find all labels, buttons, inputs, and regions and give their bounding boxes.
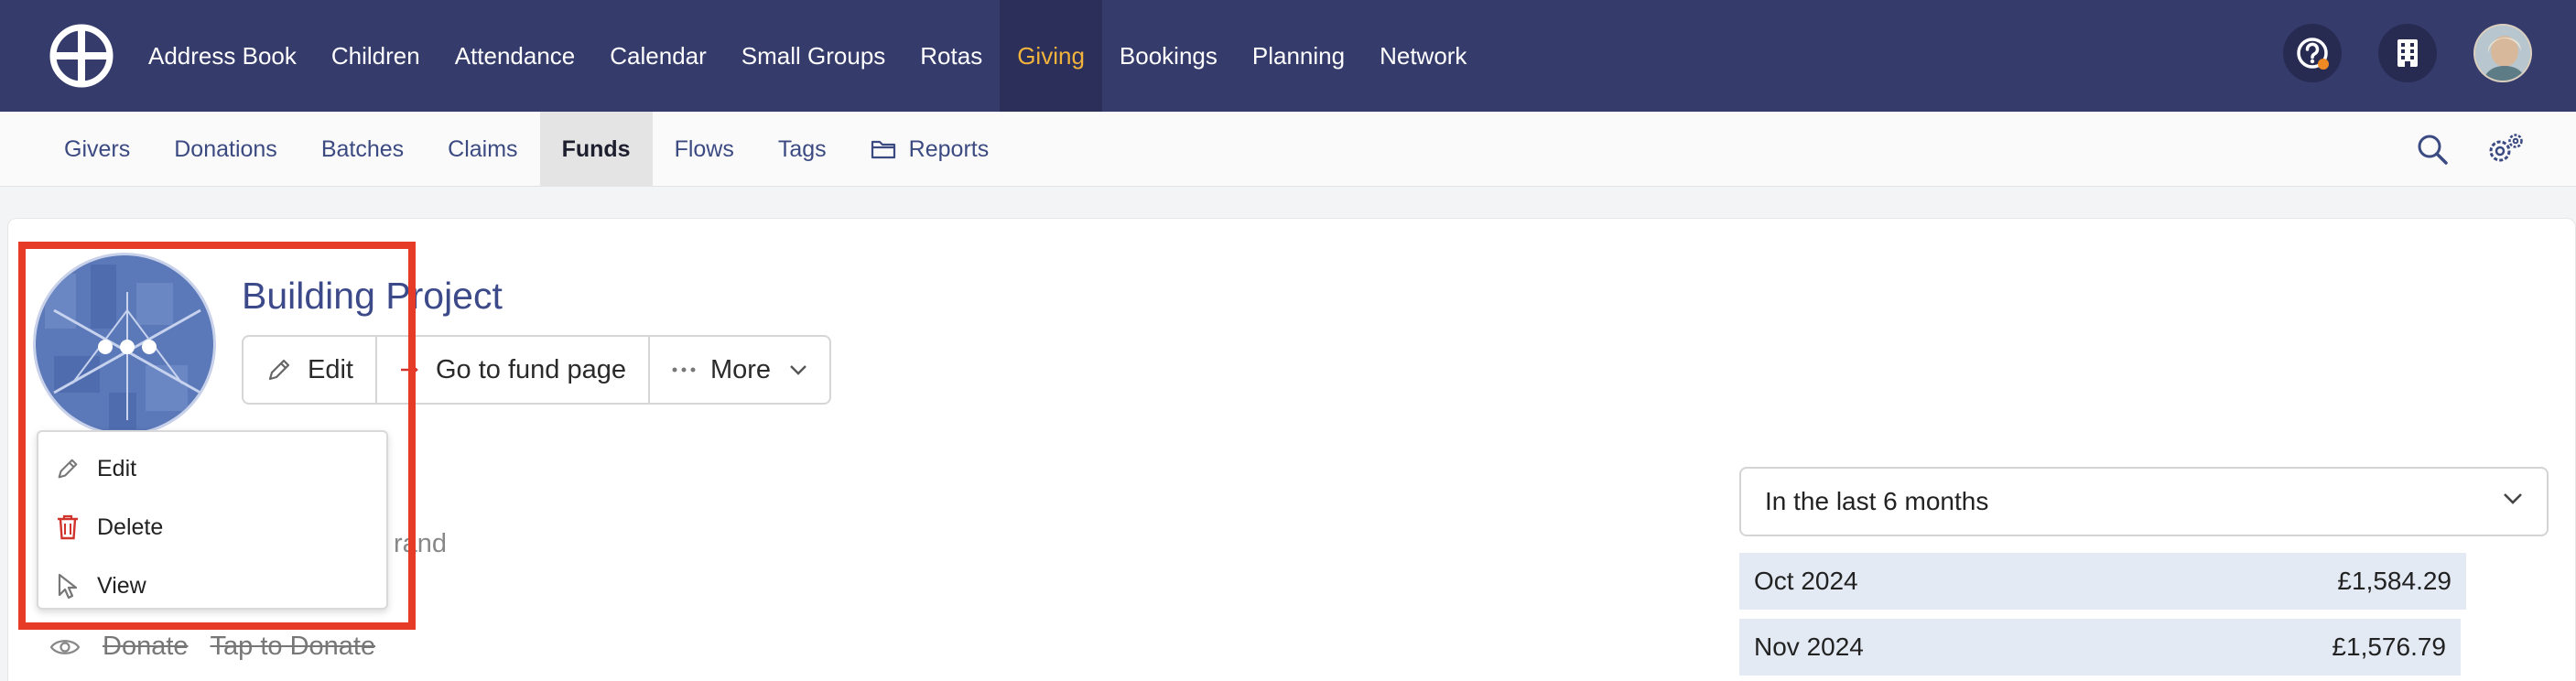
subnav-item-claims[interactable]: Claims bbox=[426, 112, 539, 187]
subnav-item-flows[interactable]: Flows bbox=[653, 112, 756, 187]
tap-to-donate-label: Tap to Donate bbox=[210, 632, 376, 661]
top-navigation-bar: Address Book Children Attendance Calenda… bbox=[0, 0, 2576, 112]
subnav-item-funds[interactable]: Funds bbox=[539, 112, 653, 187]
app-logo-icon[interactable] bbox=[49, 24, 114, 88]
month-label: Nov 2024 bbox=[1754, 632, 1864, 661]
period-select[interactable]: In the last 6 months bbox=[1739, 467, 2549, 536]
chevron-down-icon bbox=[2504, 493, 2522, 504]
nav-item-giving[interactable]: Giving bbox=[1000, 0, 1102, 112]
period-select-value: In the last 6 months bbox=[1765, 487, 1989, 515]
nav-item-rotas[interactable]: Rotas bbox=[903, 0, 1000, 112]
avatar[interactable] bbox=[2473, 24, 2532, 82]
search-button[interactable] bbox=[2413, 130, 2452, 168]
go-to-fund-page-button[interactable]: Go to fund page bbox=[374, 337, 648, 403]
ellipsis-icon bbox=[672, 367, 696, 373]
help-icon bbox=[2297, 38, 2329, 70]
highlight-box bbox=[18, 242, 416, 630]
more-button[interactable]: More bbox=[647, 337, 829, 403]
settings-button[interactable] bbox=[2486, 130, 2525, 168]
sub-navigation-bar: Givers Donations Batches Claims Funds Fl… bbox=[0, 112, 2576, 187]
settings-icon bbox=[2489, 134, 2523, 162]
month-total-row: Nov 2024 £1,576.79 bbox=[1739, 619, 2461, 676]
nav-item-calendar[interactable]: Calendar bbox=[592, 0, 724, 112]
giving-subnav: Givers Donations Batches Claims Funds Fl… bbox=[42, 112, 1011, 187]
more-button-label: More bbox=[709, 354, 772, 384]
building-icon bbox=[2397, 39, 2418, 67]
nav-item-attendance[interactable]: Attendance bbox=[438, 0, 593, 112]
subnav-item-donations[interactable]: Donations bbox=[152, 112, 299, 187]
folder-icon bbox=[871, 140, 895, 159]
organisation-button[interactable] bbox=[2378, 24, 2437, 82]
nav-item-address-book[interactable]: Address Book bbox=[131, 0, 314, 112]
go-to-fund-page-label: Go to fund page bbox=[435, 354, 626, 384]
nav-item-children[interactable]: Children bbox=[314, 0, 438, 112]
subnav-item-givers[interactable]: Givers bbox=[42, 112, 152, 187]
subnav-item-reports[interactable]: Reports bbox=[849, 112, 1012, 187]
search-icon bbox=[2418, 135, 2448, 165]
main-nav: Address Book Children Attendance Calenda… bbox=[131, 0, 1484, 112]
chevron-down-icon bbox=[790, 365, 806, 375]
nav-item-planning[interactable]: Planning bbox=[1235, 0, 1362, 112]
donate-label: Donate bbox=[103, 632, 189, 661]
month-label: Oct 2024 bbox=[1754, 567, 1858, 595]
subnav-item-reports-label: Reports bbox=[908, 135, 990, 162]
month-amount: £1,576.79 bbox=[2332, 632, 2446, 661]
subnav-item-batches[interactable]: Batches bbox=[299, 112, 426, 187]
nav-item-bookings[interactable]: Bookings bbox=[1102, 0, 1235, 112]
month-total-row: Oct 2024 £1,584.29 bbox=[1739, 553, 2466, 610]
nav-item-small-groups[interactable]: Small Groups bbox=[724, 0, 904, 112]
donate-row: Donate Tap to Donate bbox=[49, 632, 375, 662]
month-amount: £1,584.29 bbox=[2337, 567, 2452, 595]
subnav-item-tags[interactable]: Tags bbox=[756, 112, 849, 187]
eye-icon[interactable] bbox=[49, 637, 81, 657]
help-button[interactable] bbox=[2283, 24, 2342, 82]
nav-item-network[interactable]: Network bbox=[1362, 0, 1484, 112]
